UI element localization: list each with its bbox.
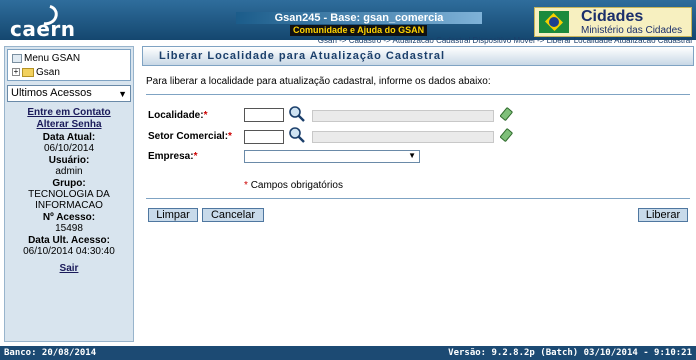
menu-icon	[12, 53, 22, 63]
current-date-value: 06/10/2014	[43, 143, 95, 154]
setor-code-input[interactable]	[244, 130, 284, 144]
required-fields-note: * Campos obrigatórios	[244, 180, 343, 191]
main-content: Liberar Localidade para Atualização Cada…	[142, 46, 694, 342]
community-help-link[interactable]: Comunidade e Ajuda do GSAN	[290, 25, 428, 36]
empresa-label: Empresa:*	[148, 151, 198, 162]
folder-icon	[22, 67, 34, 77]
chevron-down-icon: ▼	[408, 151, 416, 160]
recent-access-select[interactable]: Ultimos Acessos ▼	[7, 85, 131, 102]
change-password-link[interactable]: Alterar Senha	[5, 119, 133, 131]
menu-root-item[interactable]: Menu GSAN	[12, 53, 80, 64]
eraser-icon[interactable]	[500, 107, 514, 121]
ministry-logo: Cidades Ministério das Cidades	[534, 7, 692, 37]
setor-label: Setor Comercial:*	[148, 131, 232, 142]
ministry-subtitle: Ministério das Cidades	[581, 25, 683, 36]
database-date: Banco: 20/08/2014	[4, 348, 97, 358]
app-window: caern Gsan245 - Base: gsan_comercia Comu…	[0, 0, 696, 360]
caern-logo: caern	[4, 0, 75, 41]
ministry-title: Cidades	[581, 8, 644, 25]
eraser-icon[interactable]	[500, 128, 514, 142]
instructions-text: Para liberar a localidade para atualizaç…	[146, 76, 491, 87]
last-access-label: Data Ult. Acesso:	[28, 235, 110, 246]
breadcrumb: Gsan -> Cadastro -> Atualizacao Cadastra…	[317, 36, 692, 45]
user-info-panel: Entre em Contato Alterar Senha Data Atua…	[5, 107, 133, 275]
localidade-description-field	[312, 110, 494, 122]
last-access-value: 06/10/2014 04:30:40	[23, 246, 115, 257]
menu-item-gsan[interactable]: + Gsan	[12, 67, 60, 78]
system-title: Gsan245 - Base: gsan_comercia	[236, 12, 482, 24]
cancel-button[interactable]: Cancelar	[202, 208, 264, 222]
menu-item-label: Gsan	[36, 67, 60, 78]
expand-plus-icon[interactable]: +	[12, 68, 20, 77]
status-bar: Banco: 20/08/2014 Versão: 9.2.8.2p (Batc…	[0, 346, 696, 360]
contact-link[interactable]: Entre em Contato	[5, 107, 133, 119]
localidade-code-input[interactable]	[244, 108, 284, 122]
header-bar: caern Gsan245 - Base: gsan_comercia Comu…	[0, 0, 696, 41]
group-label: Grupo:	[52, 178, 86, 189]
logout-link[interactable]: Sair	[5, 263, 133, 275]
search-icon[interactable]	[288, 106, 306, 122]
setor-description-field	[312, 131, 494, 143]
chevron-down-icon: ▼	[118, 89, 127, 99]
user-label: Usuário:	[48, 155, 90, 166]
search-icon[interactable]	[288, 127, 306, 143]
group-value-line1: TECNOLOGIA DA	[28, 189, 110, 200]
menu-tree: Menu GSAN + Gsan	[7, 49, 131, 81]
divider	[146, 94, 690, 95]
current-date-label: Data Atual:	[42, 132, 96, 143]
group-value-line2: INFORMACAO	[35, 200, 103, 211]
access-count-value: 15498	[55, 223, 83, 234]
access-count-label: Nº Acesso:	[42, 212, 96, 223]
brazil-flag-icon	[539, 11, 569, 33]
page-title: Liberar Localidade para Atualização Cada…	[142, 46, 694, 66]
localidade-label: Localidade:*	[148, 110, 208, 121]
version-info: Versão: 9.2.8.2p (Batch) 03/10/2014 - 9:…	[448, 348, 692, 358]
clear-button[interactable]: Limpar	[148, 208, 198, 222]
logo-text: caern	[10, 17, 76, 41]
release-button[interactable]: Liberar	[638, 208, 688, 222]
divider	[146, 198, 690, 199]
empresa-select[interactable]: ▼	[244, 150, 420, 163]
sidebar: Menu GSAN + Gsan Ultimos Acessos ▼ Entre …	[4, 46, 134, 342]
menu-root-label: Menu GSAN	[24, 53, 81, 64]
user-value: admin	[55, 166, 83, 177]
